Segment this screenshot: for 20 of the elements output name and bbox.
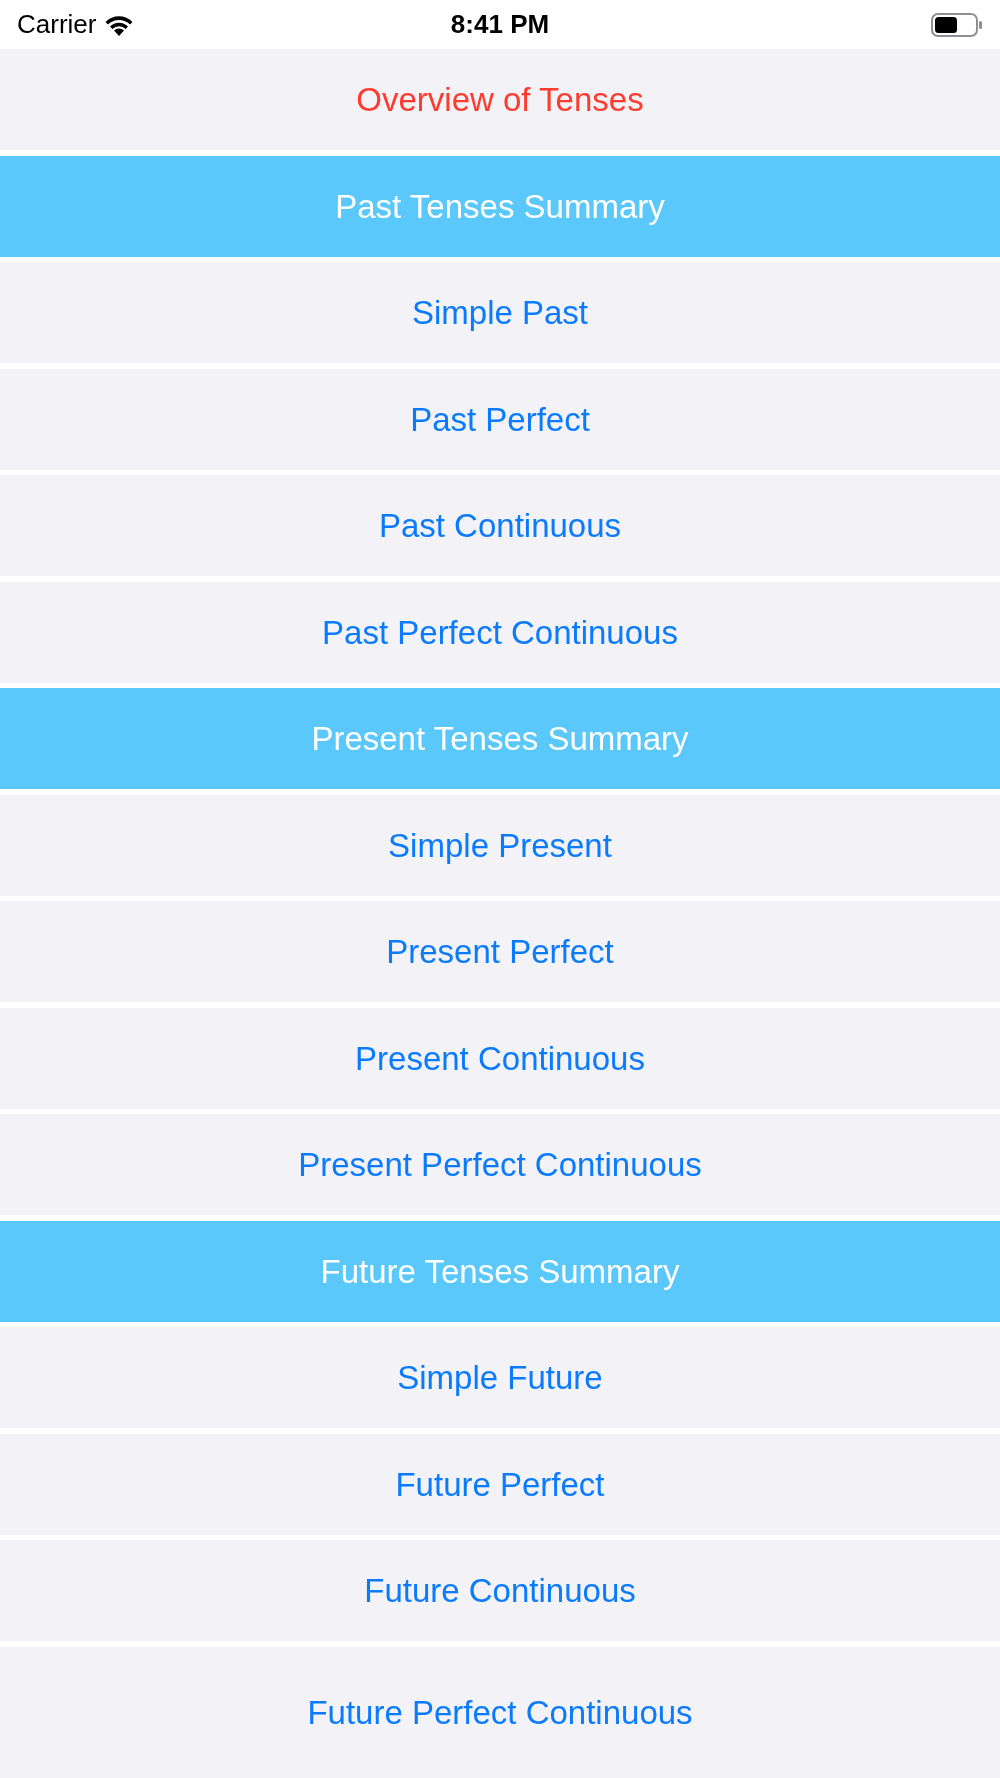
tense-button[interactable]: Future Perfect Continuous <box>0 1646 1000 1778</box>
tense-button[interactable]: Simple Past <box>0 262 1000 363</box>
tense-button[interactable]: Present Perfect <box>0 901 1000 1002</box>
tense-button[interactable]: Present Continuous <box>0 1007 1000 1109</box>
tense-button[interactable]: Simple Present <box>0 794 1000 896</box>
battery-icon <box>931 12 983 37</box>
wifi-icon <box>104 13 135 36</box>
section-summary-button[interactable]: Present Tenses Summary <box>0 688 1000 789</box>
clock-time: 8:41 PM <box>450 8 550 41</box>
carrier-name: Carrier <box>17 8 97 41</box>
overview-title-button[interactable]: Overview of Tenses <box>0 49 1000 150</box>
tense-button[interactable]: Future Continuous <box>0 1540 1000 1641</box>
tense-button[interactable]: Present Perfect Continuous <box>0 1114 1000 1215</box>
tense-button[interactable]: Simple Future <box>0 1327 1000 1428</box>
tense-button[interactable]: Past Perfect Continuous <box>0 581 1000 683</box>
tense-button[interactable]: Future Perfect <box>0 1433 1000 1535</box>
section-summary-button[interactable]: Past Tenses Summary <box>0 155 1000 257</box>
tense-button[interactable]: Past Perfect <box>0 368 1000 470</box>
tense-button[interactable]: Past Continuous <box>0 475 1000 576</box>
section-summary-button[interactable]: Future Tenses Summary <box>0 1220 1000 1322</box>
